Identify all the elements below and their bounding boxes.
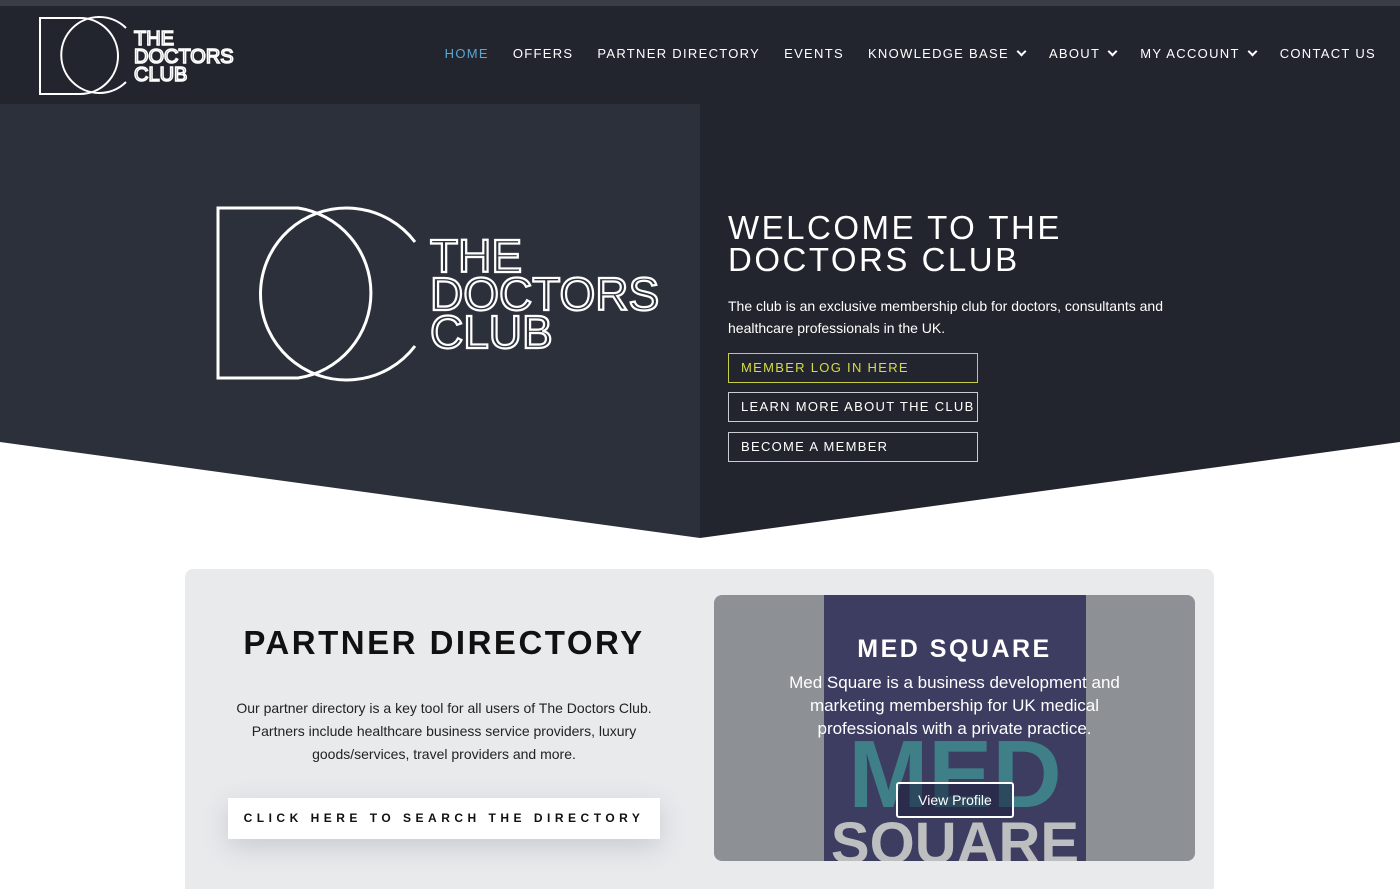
svg-text:CLUB: CLUB <box>430 306 553 358</box>
hero-title-line: WELCOME TO THE <box>728 209 1062 246</box>
site-logo[interactable]: THE DOCTORS CLUB <box>36 14 236 96</box>
nav-label: PARTNER DIRECTORY <box>597 46 761 61</box>
become-member-button[interactable]: BECOME A MEMBER <box>728 432 978 462</box>
hero-section: THE DOCTORS CLUB WELCOME TO THE DOCTORS … <box>0 104 1400 540</box>
partner-directory-section: PARTNER DIRECTORY Our partner directory … <box>185 569 1214 889</box>
learn-more-button[interactable]: LEARN MORE ABOUT THE CLUB <box>728 392 978 422</box>
featured-partner-title: MED SQUARE <box>857 635 1052 663</box>
nav-item-events[interactable]: EVENTS <box>784 46 844 61</box>
nav-item-partner-directory[interactable]: PARTNER DIRECTORY <box>597 46 760 61</box>
featured-partner-card[interactable]: MED SQUARE MED SQUARE Med Square is a bu… <box>714 595 1195 861</box>
search-directory-button[interactable]: CLICK HERE TO SEARCH THE DIRECTORY <box>228 798 660 839</box>
chevron-down-icon <box>1016 46 1027 57</box>
svg-text:CLUB: CLUB <box>134 64 187 86</box>
main-navigation: HOME OFFERS PARTNER DIRECTORY EVENTS KNO… <box>445 46 1376 61</box>
nav-item-about[interactable]: ABOUT <box>1048 46 1118 61</box>
hero-description: The club is an exclusive membership club… <box>728 298 1163 336</box>
member-login-button[interactable]: MEMBER LOG IN HERE <box>728 353 978 383</box>
nav-label: EVENTS <box>784 46 844 61</box>
chevron-down-icon <box>1247 46 1258 57</box>
nav-label: MY ACCOUNT <box>1140 46 1240 61</box>
nav-item-my-account[interactable]: MY ACCOUNT <box>1140 46 1258 61</box>
nav-item-home[interactable]: HOME <box>445 46 489 61</box>
nav-item-offers[interactable]: OFFERS <box>513 46 574 61</box>
hero-logo: THE DOCTORS CLUB <box>216 206 660 382</box>
nav-label: HOME <box>444 46 489 61</box>
nav-label: CONTACT US <box>1279 46 1376 61</box>
nav-label: OFFERS <box>512 46 574 61</box>
nav-label: ABOUT <box>1048 46 1101 61</box>
nav-label: KNOWLEDGE BASE <box>867 46 1009 61</box>
partner-directory-title: PARTNER DIRECTORY <box>243 624 645 661</box>
nav-item-contact-us[interactable]: CONTACT US <box>1280 46 1376 61</box>
nav-item-knowledge-base[interactable]: KNOWLEDGE BASE <box>867 46 1027 61</box>
hero-title: WELCOME TO THE DOCTORS CLUB <box>728 209 1228 278</box>
featured-partner-text: Med Square is a business development and… <box>789 673 1120 738</box>
site-header: THE DOCTORS CLUB HOME OFFERS PARTNER DIR… <box>0 6 1400 104</box>
chevron-down-icon <box>1107 46 1118 57</box>
partner-directory-text: Our partner directory is a key tool for … <box>236 700 652 762</box>
view-profile-button[interactable]: View Profile <box>896 782 1014 818</box>
hero-title-line: DOCTORS CLUB <box>728 241 1020 278</box>
